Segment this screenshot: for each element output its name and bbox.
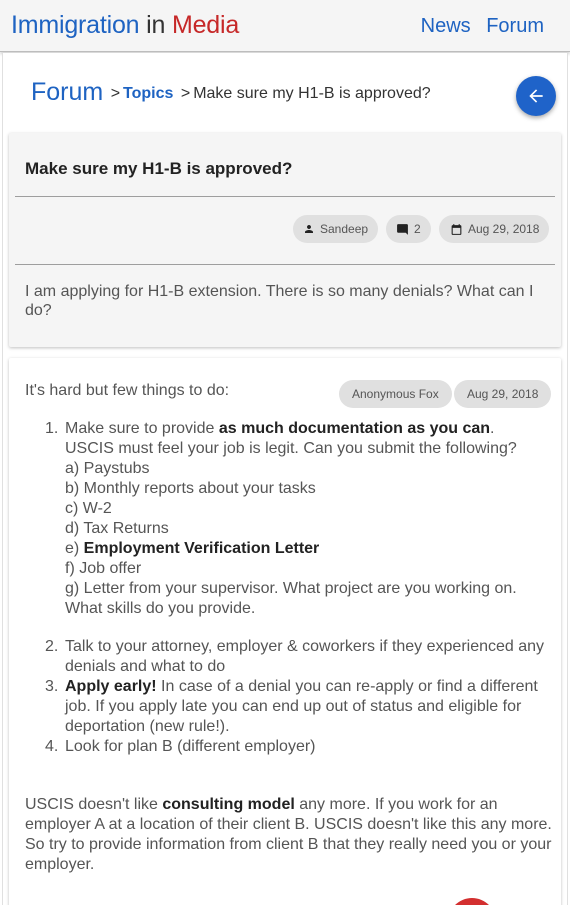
breadcrumb: Forum > Topics > Make sure my H1-B is appr… <box>31 78 431 107</box>
sub-item: a) Paystubs <box>65 460 150 477</box>
nav-forum-link[interactable]: Forum <box>486 15 544 37</box>
question-card: Make sure my H1-B is approved? Sandeep 2… <box>9 133 561 347</box>
answer-date: Aug 29, 2018 <box>467 387 539 401</box>
sub-item: f) Job offer <box>65 560 142 577</box>
sub-item: g) Letter from your supervisor. What pro… <box>65 580 517 617</box>
reply-count: 2 <box>414 222 421 236</box>
list-number: 3. <box>45 678 59 695</box>
calendar-icon <box>450 223 468 236</box>
comment-icon <box>396 223 414 236</box>
answer-card: It's hard but few things to do: Anonymou… <box>9 358 561 905</box>
answer-list: 1. Make sure to provide as much document… <box>45 419 545 757</box>
question-title: Make sure my H1-B is approved? <box>25 159 293 178</box>
brand-part-media: Media <box>171 11 240 39</box>
list-number: 1. <box>45 420 59 437</box>
breadcrumb-separator: > <box>110 85 121 102</box>
arrow-left-icon <box>526 86 546 106</box>
breadcrumb-current: Make sure my H1-B is approved? <box>193 85 431 102</box>
brand-part-immigration: Immigration <box>11 11 140 39</box>
sub-item: c) W-2 <box>65 500 112 517</box>
divider <box>15 196 555 197</box>
list-number: 2. <box>45 638 59 655</box>
answer-outro: USCIS doesn't like consulting model any … <box>25 795 555 875</box>
sub-item-bold: Employment Verification Letter <box>83 540 320 557</box>
breadcrumb-forum-link[interactable]: Forum <box>31 78 103 106</box>
divider <box>15 264 555 265</box>
replies-chip[interactable]: 2 <box>386 215 431 243</box>
answer-author-chip[interactable]: Anonymous Fox <box>339 380 452 408</box>
app-bar: Immigration in Media News Forum <box>0 0 570 52</box>
answer-intro: It's hard but few things to do: <box>25 382 230 399</box>
list-item: 2. Talk to your attorney, employer & cow… <box>45 637 545 677</box>
author-chip[interactable]: Sandeep <box>293 215 379 243</box>
item-text: Look for plan B (different employer) <box>65 738 316 755</box>
sub-item-prefix: e) <box>65 540 84 557</box>
author-name: Sandeep <box>320 222 369 236</box>
list-item: 3. Apply early! In case of a denial you … <box>45 677 545 737</box>
breadcrumb-topics-link[interactable]: Topics <box>123 85 173 102</box>
item-bold: Apply early! <box>65 678 157 695</box>
brand-part-in: in <box>146 11 166 39</box>
brand-logo[interactable]: Immigration in Media <box>11 11 239 40</box>
outro-bold: consulting model <box>162 796 295 813</box>
list-number: 4. <box>45 738 59 755</box>
question-date: Aug 29, 2018 <box>468 222 540 236</box>
back-button[interactable] <box>516 76 556 116</box>
item-text: Make sure to provide <box>65 420 219 437</box>
answer-date-chip: Aug 29, 2018 <box>454 380 552 408</box>
list-item: 1. Make sure to provide as much document… <box>45 419 545 619</box>
top-nav: News Forum <box>411 15 544 38</box>
sub-item: e) Employment Verification Letter <box>65 539 545 559</box>
item-text: Talk to your attorney, employer & cowork… <box>65 638 545 675</box>
nav-news-link[interactable]: News <box>421 15 471 37</box>
item-bold: as much documentation as you can <box>218 420 491 437</box>
date-chip: Aug 29, 2018 <box>439 215 550 243</box>
breadcrumb-separator: > <box>180 85 191 102</box>
outro-text: USCIS doesn't like <box>25 796 163 813</box>
person-icon <box>303 223 320 235</box>
answer-author: Anonymous Fox <box>352 387 439 401</box>
list-item: 4. Look for plan B (different employer) <box>45 737 545 757</box>
sub-item: d) Tax Returns <box>65 520 169 537</box>
question-body: I am applying for H1-B extension. There … <box>25 283 534 319</box>
sub-item: b) Monthly reports about your tasks <box>65 480 316 497</box>
